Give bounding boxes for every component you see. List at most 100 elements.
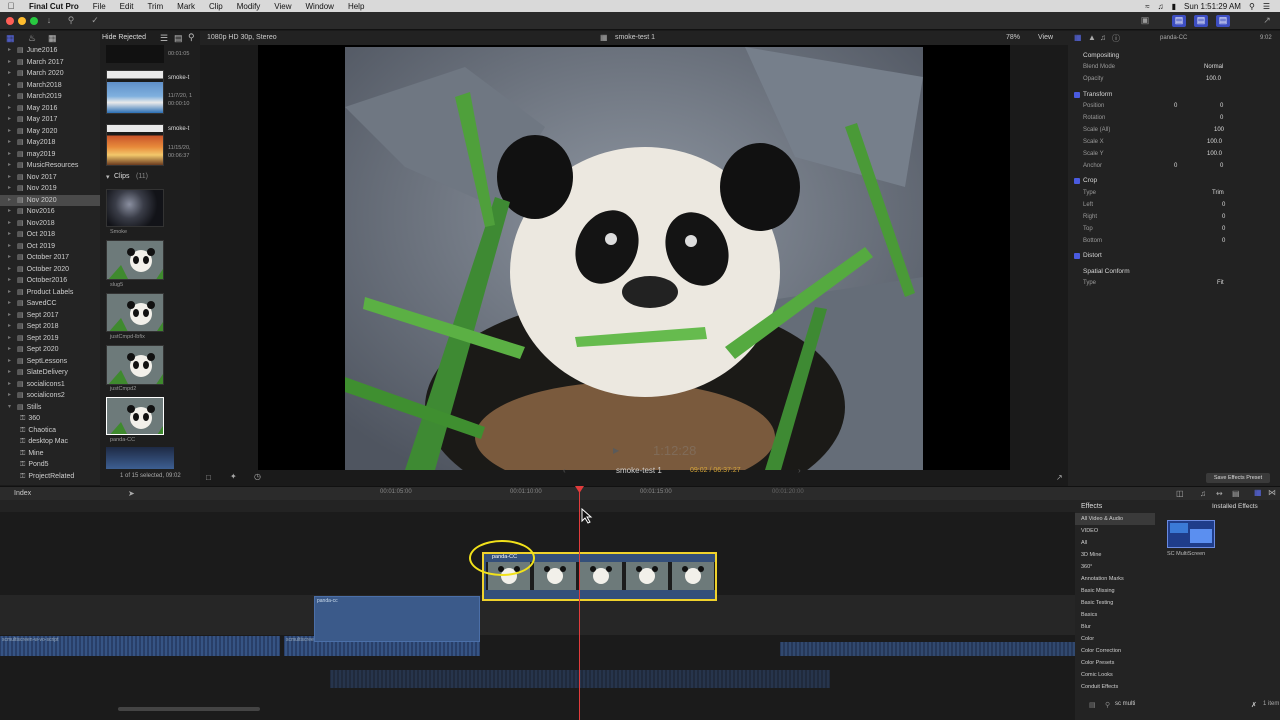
wifi-icon[interactable]: ≈ [1145,2,1149,11]
menu-clip[interactable]: Clip [202,2,230,11]
effects-category-6[interactable]: Basic Missing [1075,585,1155,597]
effects-category-8[interactable]: Basics [1075,609,1155,621]
disclosure-triangle-icon[interactable]: ▸ [8,321,14,333]
menu-edit[interactable]: Edit [113,2,141,11]
disclosure-triangle-icon[interactable]: ▸ [8,57,14,69]
library-event-4[interactable]: ▸ ▤ March2019 [0,91,100,103]
menu-file[interactable]: File [86,2,113,11]
disclosure-triangle-icon[interactable]: ▸ [8,160,14,172]
effects-category-1[interactable]: VIDEO [1075,525,1155,537]
effects-category-14[interactable]: Conduit Effects [1075,681,1155,693]
library-event-20[interactable]: ▸ ▤ October2016 [0,275,100,287]
browser-toggle-icon[interactable]: ▤ [1172,15,1186,27]
scale-y-value[interactable]: 100.0 [1207,151,1222,157]
clips-disclosure-icon[interactable]: ▾ [106,173,110,181]
library-event-29[interactable]: ▸ ▤ socialicons1 [0,379,100,391]
keywords-icon[interactable]: ⚲ [64,15,78,27]
disclosure-triangle-icon[interactable]: ▸ [8,298,14,310]
library-event-19[interactable]: ▸ ▤ October 2020 [0,264,100,276]
disclosure-triangle-icon[interactable]: ▸ [8,275,14,287]
library-event-7[interactable]: ▸ ▤ May 2020 [0,126,100,138]
list-view-icon[interactable]: ☰ [160,33,168,44]
menu-view[interactable]: View [267,2,298,11]
background-tasks-icon[interactable]: ✓ [88,15,102,27]
disclosure-triangle-icon[interactable]: ▸ [8,367,14,379]
snapping-icon[interactable]: ◫ [1176,489,1184,498]
crop-bottom-value[interactable]: 0 [1222,238,1225,244]
keyword-collection-0[interactable]: ⚿ 360 [0,413,100,425]
disclosure-triangle-icon[interactable]: ▸ [8,218,14,230]
prev-edit-icon[interactable]: ‹ [563,466,566,475]
disclosure-triangle-icon[interactable]: ▸ [8,333,14,345]
play-overlay-icon[interactable]: ▶ [613,446,619,455]
disclosure-triangle-icon[interactable]: ▸ [8,183,14,195]
transitions-browser-icon[interactable]: ⋈ [1268,488,1276,497]
distort-checkbox[interactable] [1074,253,1080,259]
timeline-toggle-icon[interactable]: ▤ [1194,15,1208,27]
speed-icon[interactable]: ◷ [254,472,261,481]
import-icon[interactable]: ↓ [42,15,56,27]
clip-thumb-smoke[interactable] [106,189,164,227]
clip-appearance-icon[interactable]: ▤ [174,33,183,44]
library-event-21[interactable]: ▸ ▤ Product Labels [0,287,100,299]
menu-mark[interactable]: Mark [170,2,202,11]
library-event-1[interactable]: ▸ ▤ March 2017 [0,57,100,69]
crop-top-value[interactable]: 0 [1222,226,1225,232]
timeline-scrollbar[interactable] [118,707,260,711]
control-center-icon[interactable]: ☰ [1263,2,1270,11]
color-inspector-icon[interactable]: ▲ [1088,33,1096,42]
library-event-8[interactable]: ▸ ▤ May2018 [0,137,100,149]
menu-modify[interactable]: Modify [230,2,268,11]
menu-app[interactable]: Final Cut Pro [22,2,86,11]
library-event-31[interactable]: ▾ ▤ Stills [0,402,100,414]
disclosure-triangle-icon[interactable]: ▸ [8,241,14,253]
library-event-0[interactable]: ▸ ▤ June2016 [0,45,100,57]
clip-thumb-panda-cc[interactable] [106,397,164,435]
library-event-22[interactable]: ▸ ▤ SavedCC [0,298,100,310]
index-button[interactable]: Index [14,490,31,497]
timeline-ruler[interactable] [0,500,1075,512]
crop-left-value[interactable]: 0 [1222,202,1225,208]
library-event-6[interactable]: ▸ ▤ May 2017 [0,114,100,126]
library-event-24[interactable]: ▸ ▤ Sept 2018 [0,321,100,333]
effects-category-10[interactable]: Color [1075,633,1155,645]
effects-category-7[interactable]: Basic Testing [1075,597,1155,609]
blend-mode-value[interactable]: Normal [1204,64,1223,70]
menu-window[interactable]: Window [299,2,341,11]
effects-search-icon[interactable]: ⚲ [1105,701,1110,709]
scale-all-value[interactable]: 100 [1214,127,1224,133]
effects-grid-icon[interactable]: ▤ [1089,701,1096,709]
disclosure-triangle-icon[interactable]: ▸ [8,126,14,138]
transform-section[interactable]: Transform [1083,91,1112,98]
library-event-26[interactable]: ▸ ▤ Sept 2020 [0,344,100,356]
audio-inspector-icon[interactable]: ♫ [1100,33,1106,42]
clip-appearance-timeline-icon[interactable]: ▤ [1232,489,1240,498]
crop-type-value[interactable]: Trim [1212,190,1224,196]
enhance-icon[interactable]: ✦ [230,472,237,481]
anchor-x-value[interactable]: 0 [1174,163,1177,169]
effects-category-4[interactable]: 360° [1075,561,1155,573]
inspector-toggle-icon[interactable]: ▤ [1216,15,1230,27]
menu-clock[interactable]: Sun 1:51:29 AM [1184,2,1241,11]
keyword-collection-2[interactable]: ⚿ desktop Mac [0,436,100,448]
disclosure-triangle-icon[interactable]: ▸ [8,229,14,241]
search-icon[interactable]: ⚲ [188,32,195,43]
rotation-value[interactable]: 0 [1220,115,1223,121]
effects-category-11[interactable]: Color Correction [1075,645,1155,657]
effects-category-5[interactable]: Annotation Marks [1075,573,1155,585]
opacity-value[interactable]: 100.0 [1206,76,1221,82]
keyword-collection-1[interactable]: ⚿ Chaotica [0,425,100,437]
spotlight-icon[interactable]: ⚲ [1249,2,1255,11]
crop-checkbox[interactable] [1074,178,1080,184]
view-menu[interactable]: View [1038,34,1053,41]
disclosure-triangle-icon[interactable]: ▸ [8,103,14,115]
select-tool-icon[interactable]: ➤ [128,489,135,498]
spatial-type-value[interactable]: Fit [1217,280,1224,286]
export-icon[interactable]: ↗ [1260,15,1274,27]
effects-category-13[interactable]: Comic Looks [1075,669,1155,681]
disclosure-triangle-icon[interactable]: ▸ [8,264,14,276]
effects-category-2[interactable]: All [1075,537,1155,549]
viewer[interactable]: ▶ 1:12:28 ‹ smoke-test 1 09:02 / 06:37:2… [258,45,1010,475]
effects-category-9[interactable]: Blur [1075,621,1155,633]
library-event-16[interactable]: ▸ ▤ Oct 2018 [0,229,100,241]
